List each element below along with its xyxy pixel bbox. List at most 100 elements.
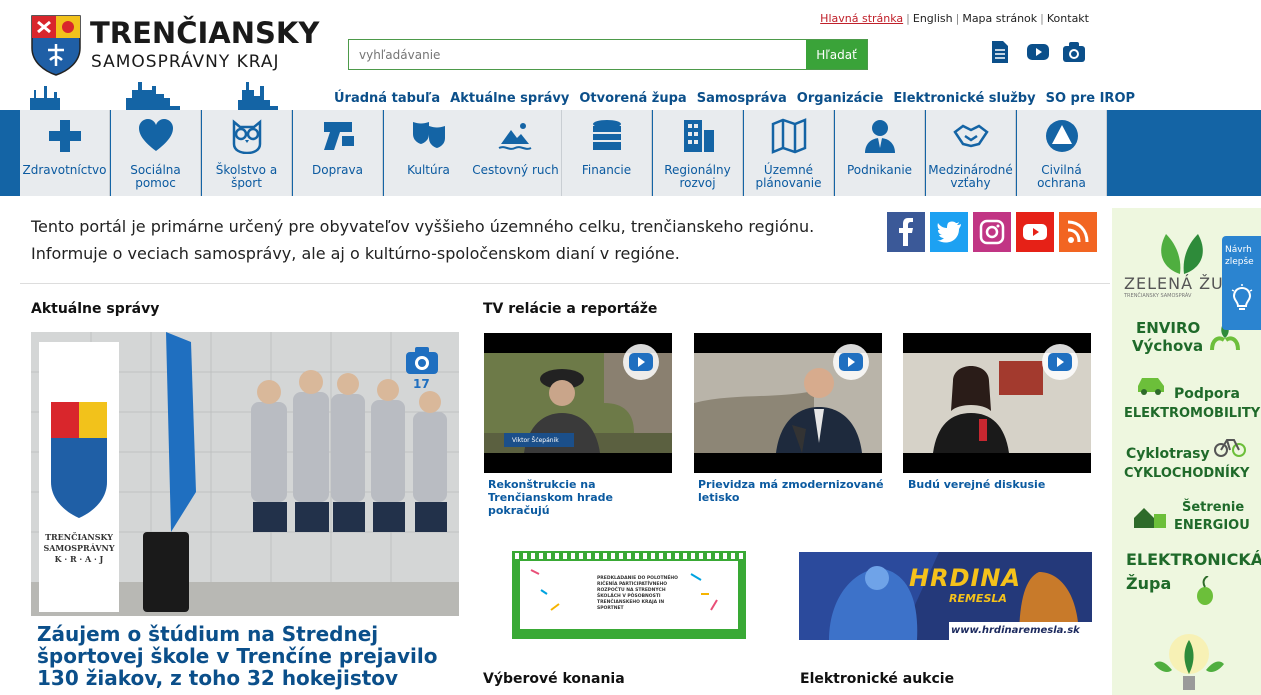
video-thumb-1[interactable]: Viktor Šćepánik <box>484 333 672 473</box>
leaves-icon <box>1161 234 1203 274</box>
category-label: Sociálna pomoc <box>130 163 181 190</box>
search-bar: Hľadať <box>348 39 868 70</box>
category-planning[interactable]: Územné plánovanie <box>744 110 834 196</box>
category-label: Regionálny rozvoj <box>664 163 731 190</box>
zelena-zupa-subtitle: TRENČIANSKY SAMOSPRÁV <box>1124 293 1192 299</box>
category-label: Medzinárodné vzťahy <box>928 163 1013 190</box>
nav-open-region[interactable]: Otvorená župa <box>579 91 686 106</box>
nav-so-irop[interactable]: SO pre IROP <box>1046 91 1135 106</box>
feedback-tab[interactable]: Návrh zlepše <box>1222 236 1261 330</box>
link-contact[interactable]: Kontakt <box>1047 12 1089 25</box>
instagram-icon[interactable] <box>973 212 1011 252</box>
coins-icon <box>593 120 621 150</box>
category-label: Zdravotníctvo <box>22 163 107 177</box>
electric-car-icon <box>1138 378 1164 395</box>
document-icon[interactable] <box>988 40 1012 64</box>
news-photo <box>31 332 459 616</box>
nav-news[interactable]: Aktuálne správy <box>450 91 569 106</box>
nav-organizations[interactable]: Organizácie <box>797 91 884 106</box>
video-title-1[interactable]: Rekonštrukcie na Trenčianskom hrade pokr… <box>488 478 676 517</box>
feedback-label: Návrh zlepše <box>1225 245 1254 267</box>
camera-icon <box>406 347 438 374</box>
intro-text: Tento portál je primárne určený pre obyv… <box>31 217 815 263</box>
search-input[interactable] <box>349 40 807 69</box>
category-transport[interactable]: Doprava <box>293 110 383 196</box>
social-links <box>887 212 1097 254</box>
main-nav: Úradná tabuľa Aktuálne správy Otvorená žup… <box>334 91 1145 106</box>
civil-protection-icon <box>1046 120 1078 152</box>
category-health[interactable]: Zdravotníctvo <box>20 110 110 196</box>
logo-title: TRENČIANSKY <box>90 16 320 50</box>
banner-text: TRENČIANSKY SAMOSPRÁVNY K · R · A · J <box>43 532 115 565</box>
enviro-sub-label: Výchova <box>1132 337 1204 355</box>
category-tourism[interactable]: Cestovný ruch <box>470 110 562 196</box>
elektromobility-label: ELEKTROMOBILITY <box>1124 406 1261 421</box>
elektronicka-label: ELEKTRONICKÁ <box>1126 550 1261 569</box>
category-label: Cestovný ruch <box>472 163 559 177</box>
category-international[interactable]: Medzinárodné vzťahy <box>926 110 1016 196</box>
banner-line: TRENČIANSKY <box>45 532 113 542</box>
participatory-budget-banner[interactable]: PREDKLADANIE DO POLOTNÉHO RIČENÍA PARTIC… <box>511 550 747 640</box>
category-label: Územné plánovanie <box>755 163 822 190</box>
news-image[interactable]: 17 TRENČIANSKY SAMOSPRÁVNY K · R · A · J <box>31 332 459 616</box>
divider <box>20 283 1110 284</box>
camera-icon[interactable] <box>1062 40 1086 64</box>
tv-heading: TV relácie a reportáže <box>483 301 658 317</box>
search-button[interactable]: Hľadať <box>806 40 867 69</box>
category-label: Podnikanie <box>846 163 913 177</box>
category-regional-development[interactable]: Regionálny rozvoj <box>653 110 743 196</box>
category-finance[interactable]: Financie <box>562 110 652 196</box>
businessman-icon <box>865 120 895 153</box>
link-english[interactable]: English <box>913 12 953 25</box>
banner-line: K · R · A · J <box>54 554 104 564</box>
youtube-icon[interactable] <box>1026 40 1050 64</box>
category-social[interactable]: Sociálna pomoc <box>111 110 201 196</box>
play-icon <box>623 344 659 380</box>
zelena-zupa-title: ZELENÁ ŽU <box>1124 274 1224 293</box>
youtube-social-icon[interactable] <box>1016 212 1054 252</box>
hrdina-url: www.hrdinaremesla.sk <box>951 625 1080 636</box>
link-sitemap[interactable]: Mapa stránok <box>962 12 1037 25</box>
twitter-icon[interactable] <box>930 212 968 252</box>
logo-subtitle: SAMOSPRÁVNY KRAJ <box>91 52 280 72</box>
energy-house-icon <box>1134 508 1166 528</box>
link-home[interactable]: Hlavná stránka <box>820 12 903 25</box>
category-education[interactable]: Školstvo a šport <box>202 110 292 196</box>
nav-official-board[interactable]: Úradná tabuľa <box>334 91 440 106</box>
cyklochodniky-label: CYKLOCHODNÍKY <box>1124 466 1250 481</box>
lightbulb-plant-icon <box>1154 634 1224 690</box>
video-thumb-2[interactable] <box>694 333 882 473</box>
tourism-icon <box>498 123 532 150</box>
news-title[interactable]: Záujem o štúdium na Strednej športovej š… <box>37 623 467 689</box>
facebook-icon[interactable] <box>887 212 925 252</box>
auctions-heading[interactable]: Elektronické aukcie <box>800 671 954 687</box>
video-title-3[interactable]: Budú verejné diskusie <box>908 478 1096 491</box>
category-business[interactable]: Podnikanie <box>835 110 925 196</box>
header-icons <box>988 40 1086 66</box>
banner-poster-text: PREDKLADANIE DO POLOTNÉHO RIČENÍA PARTIC… <box>597 576 678 611</box>
hrdina-remesla-banner[interactable]: HRDINA REMESLA www.hrdinaremesla.sk <box>799 552 1092 640</box>
rss-icon[interactable] <box>1059 212 1097 252</box>
top-links: Hlavná stránka | English | Mapa stránok | Kont… <box>820 12 1089 25</box>
nav-e-services[interactable]: Elektronické služby <box>893 91 1035 106</box>
skyline-illustration <box>30 82 278 111</box>
podpora-label: Podpora <box>1174 386 1240 402</box>
owl-icon <box>232 119 262 154</box>
video-title-2[interactable]: Prievidza má zmodernizované letisko <box>698 478 886 504</box>
map-icon <box>771 118 807 154</box>
handshake-icon <box>953 124 989 148</box>
category-label: Doprava <box>312 163 363 177</box>
acorn-icon <box>1197 576 1213 605</box>
video-thumb-3[interactable] <box>903 333 1091 473</box>
category-civil-protection[interactable]: Civilná ochrana <box>1017 110 1107 196</box>
photo-count: 17 <box>413 377 430 391</box>
cyklotrasy-label: Cyklotrasy <box>1126 446 1210 462</box>
tenders-heading[interactable]: Výberové konania <box>483 671 625 687</box>
nav-self-government[interactable]: Samospráva <box>697 91 787 106</box>
site-logo[interactable]: TRENČIANSKY SAMOSPRÁVNY KRAJ <box>30 14 319 78</box>
banner-line: SAMOSPRÁVNY <box>43 543 115 553</box>
category-culture[interactable]: Kultúra <box>384 110 474 196</box>
cross-icon <box>49 120 81 152</box>
buildings-icon <box>684 120 714 152</box>
heart-icon <box>139 119 173 151</box>
